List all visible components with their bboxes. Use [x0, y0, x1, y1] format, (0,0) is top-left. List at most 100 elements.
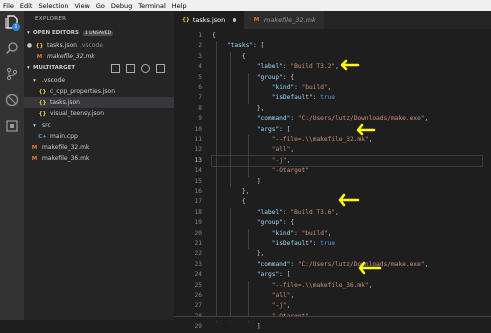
folder-item[interactable]: ▾ .vscode — [24, 75, 174, 86]
file-item[interactable]: C+ main.cpp — [24, 131, 174, 142]
panel-strip — [174, 316, 491, 321]
item-label: c_cpp_properties.json — [50, 88, 116, 95]
debug-icon[interactable] — [5, 93, 19, 107]
annotation-arrow-icon — [338, 193, 360, 207]
menu-item-debug[interactable]: Debug — [108, 2, 135, 10]
open-editor-item[interactable]: ● {} tasks.json .vscode — [24, 40, 174, 51]
search-icon[interactable] — [5, 41, 19, 55]
line-number: 6 — [198, 84, 202, 91]
new-file-icon[interactable] — [111, 64, 120, 73]
line-number: 1 — [198, 32, 202, 39]
unsaved-dot-icon[interactable] — [233, 18, 236, 22]
line-number: 13 — [194, 156, 202, 164]
code-line[interactable]: }, — [212, 187, 249, 197]
item-label: makefile_32.mk — [42, 144, 90, 151]
code-line[interactable]: ] — [212, 177, 261, 187]
code-line[interactable]: "label": "Build T3.6", — [212, 208, 339, 218]
code-line[interactable]: "group": { — [212, 73, 294, 83]
menu-item-view[interactable]: View — [71, 2, 92, 10]
workspace-label: MULTITARGET — [33, 65, 76, 71]
code-line[interactable]: "args": [ — [212, 125, 291, 135]
makefile-icon: M — [36, 53, 43, 60]
menu-item-go[interactable]: Go — [93, 2, 108, 10]
indent-guide — [248, 135, 249, 177]
code-line[interactable]: "all", — [212, 291, 294, 301]
activity-bar: 1 — [0, 11, 24, 320]
code-line[interactable]: "group": { — [212, 218, 294, 228]
code-line[interactable]: { — [212, 52, 246, 62]
code-line[interactable]: { — [212, 197, 246, 207]
line-number: 7 — [198, 94, 202, 102]
annotation-arrow-icon — [356, 123, 376, 136]
collapse-all-icon[interactable] — [156, 64, 165, 73]
code-line[interactable]: "--file=.\\makefile_36.mk", — [212, 281, 373, 291]
folder-item[interactable]: ▾ src — [24, 120, 174, 131]
file-item[interactable]: {} visual_teensy.json — [24, 108, 174, 119]
tab-tasks-json[interactable]: {} tasks.json — [174, 11, 244, 29]
code-line[interactable]: "--file=.\\makefile_32.mk", — [212, 135, 373, 145]
unsaved-badge: 1 UNSAVED — [82, 30, 114, 36]
line-number: 18 — [194, 208, 202, 216]
line-number: 3 — [198, 52, 202, 60]
indent-guide — [248, 228, 249, 250]
indent-guide — [248, 72, 249, 104]
source-control-icon[interactable] — [5, 67, 19, 81]
file-item[interactable]: Mmakefile_32.mk — [24, 142, 174, 153]
menu-item-selection[interactable]: Selection — [35, 2, 71, 10]
code-line[interactable]: "tasks": [ — [212, 41, 264, 51]
code-line[interactable]: "args": [ — [212, 270, 291, 280]
code-line[interactable]: { — [212, 31, 216, 41]
makefile-icon: M — [31, 155, 38, 162]
file-item[interactable]: {} tasks.json — [24, 97, 174, 108]
line-number: 12 — [194, 146, 202, 154]
json-icon: {} — [35, 42, 44, 49]
item-label: visual_teensy.json — [50, 110, 105, 117]
menu-item-terminal[interactable]: Terminal — [135, 2, 168, 10]
code-line[interactable]: "label": "Build T3.2", — [212, 62, 339, 72]
extensions-icon[interactable] — [5, 119, 19, 133]
code-line[interactable]: "-j", — [212, 301, 291, 311]
code-line[interactable]: }, — [212, 249, 264, 259]
item-label: main.cpp — [50, 133, 78, 140]
code-editor[interactable]: 1 2 3 4 5 6 7 8 9 10 11 12 13 14 15 16 17 18 19 20 21 22 23 24 2… — [174, 29, 491, 330]
makefile-icon: M — [31, 144, 38, 151]
line-number: 11 — [194, 136, 202, 143]
new-folder-icon[interactable] — [126, 64, 135, 73]
file-item[interactable]: Mmakefile_36.mk — [24, 153, 174, 164]
line-number: 21 — [194, 240, 202, 247]
open-editor-item[interactable]: M makefile_32.mk — [24, 51, 174, 62]
annotation-arrow-icon — [340, 59, 360, 71]
indent-guide — [216, 41, 217, 323]
json-icon: {} — [38, 110, 47, 117]
code-line[interactable]: }, — [212, 104, 264, 114]
menu-item-help[interactable]: Help — [169, 2, 190, 10]
workspace-header[interactable]: ▾ MULTITARGET — [27, 64, 171, 73]
line-number: 4 — [198, 63, 202, 71]
code-line[interactable]: "all", — [212, 145, 294, 155]
sidebar-title: EXPLORER — [35, 16, 67, 22]
line-number: 26 — [194, 292, 202, 299]
file-item[interactable]: {} c_cpp_properties.json — [24, 86, 174, 97]
modified-dot-icon: ● — [26, 42, 33, 49]
open-editor-name: makefile_32.mk — [47, 53, 95, 60]
line-number: 16 — [194, 188, 202, 195]
line-number: 29 — [194, 323, 202, 331]
tab-makefile-32[interactable]: M makefile_32.mk — [244, 11, 324, 29]
code-line[interactable]: "command": "C:/Users/lutz/Downloads/make… — [212, 114, 428, 124]
menu-item-file[interactable]: File — [0, 2, 17, 10]
item-label: src — [42, 122, 51, 129]
json-icon: {} — [182, 17, 190, 23]
tab-label: makefile_32.mk — [264, 16, 316, 24]
line-number: 22 — [194, 250, 202, 258]
line-number: 17 — [194, 198, 202, 206]
cpp-icon: C+ — [38, 133, 47, 140]
code-line[interactable]: ] — [212, 322, 261, 332]
menu-item-edit[interactable]: Edit — [17, 2, 36, 10]
code-line[interactable]: "command": "C:/Users/lutz/Downloads/make… — [212, 260, 428, 270]
code-line[interactable]: "-j", — [211, 154, 483, 168]
line-number: 10 — [194, 125, 202, 133]
code-line[interactable]: "-Otarget" — [212, 166, 309, 176]
open-editors-header[interactable]: ▾ OPEN EDITORS 1 UNSAVED — [27, 30, 114, 36]
line-number: 19 — [194, 219, 202, 227]
refresh-icon[interactable] — [141, 64, 150, 73]
